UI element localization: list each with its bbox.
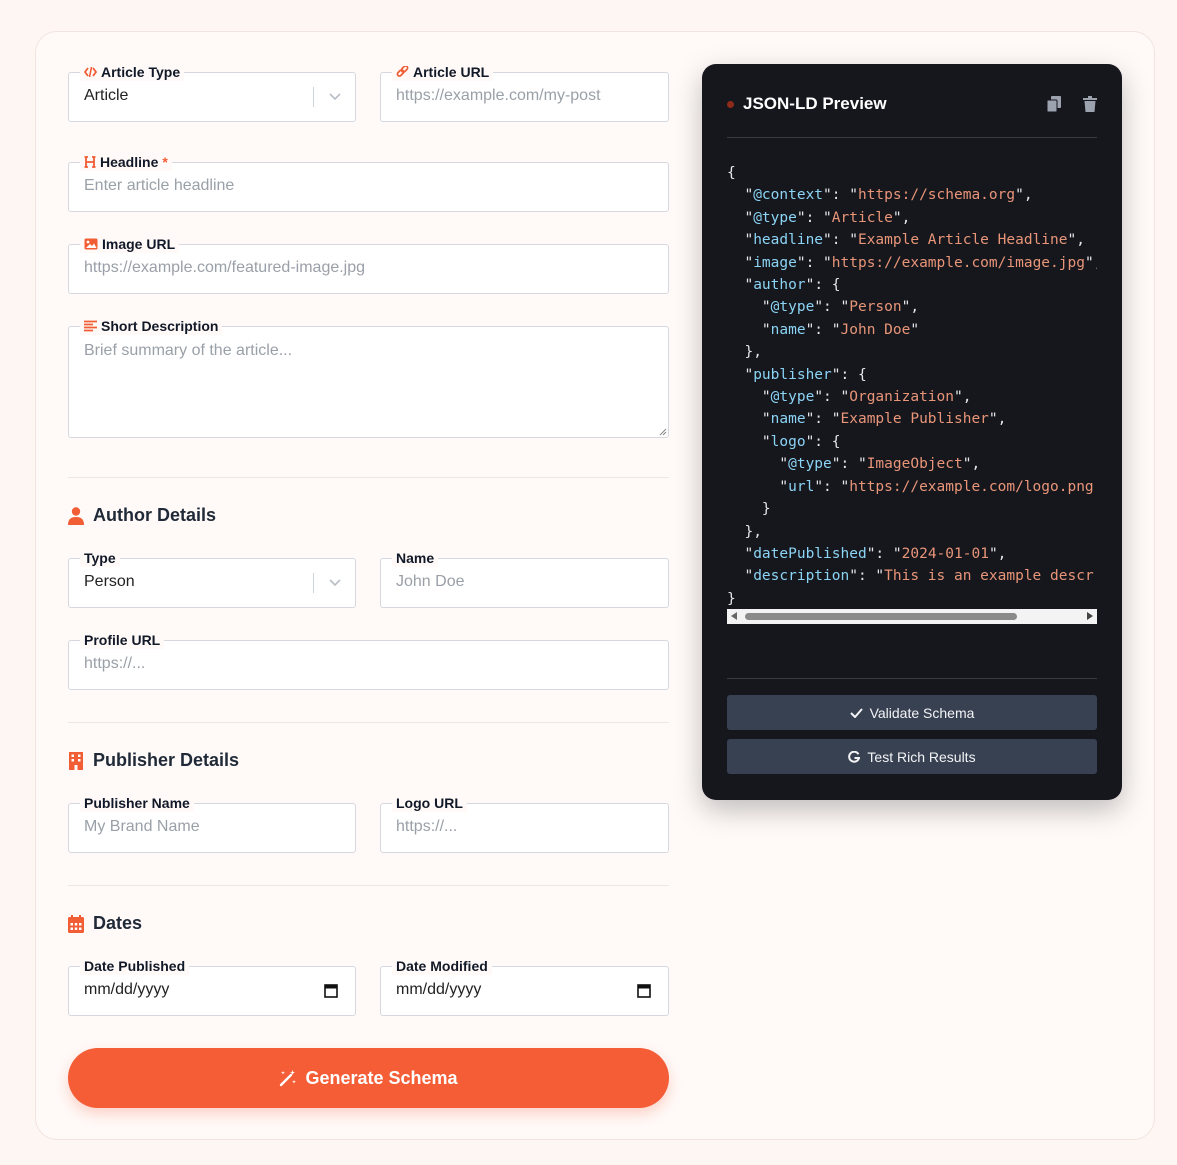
profile-url-input[interactable]: Profile URL https://... xyxy=(68,631,669,690)
headline-placeholder: Enter article headline xyxy=(84,177,235,194)
image-url-input[interactable]: Image URL https://example.com/featured-i… xyxy=(68,235,669,294)
select-separator xyxy=(313,573,314,593)
generate-schema-label: Generate Schema xyxy=(305,1067,458,1088)
test-rich-results-label: Test Rich Results xyxy=(867,748,976,765)
description-label: Short Description xyxy=(101,318,219,334)
scroll-right-arrow[interactable] xyxy=(1087,612,1093,620)
json-preview-panel: JSON-LD Preview { "@context": "https://s… xyxy=(702,64,1122,800)
panel-divider xyxy=(727,678,1097,679)
date-modified-placeholder: mm/dd/yyyy xyxy=(396,981,482,998)
calendar-picker-icon[interactable] xyxy=(324,983,338,998)
scrollbar-thumb[interactable] xyxy=(745,613,1017,620)
horizontal-scrollbar[interactable] xyxy=(727,609,1097,624)
date-published-input[interactable]: Date Published mm/dd/yyyy xyxy=(68,957,356,1016)
link-icon xyxy=(396,65,409,77)
publisher-name-input[interactable]: Publisher Name My Brand Name xyxy=(68,794,356,853)
profile-url-label: Profile URL xyxy=(84,632,161,648)
article-type-label: Article Type xyxy=(101,64,181,80)
image-icon xyxy=(84,238,98,250)
logo-url-label: Logo URL xyxy=(396,795,463,811)
publisher-name-label: Publisher Name xyxy=(84,795,190,811)
publisher-section-title: Publisher Details xyxy=(68,750,239,771)
copy-icon[interactable] xyxy=(1047,96,1061,112)
date-published-label: Date Published xyxy=(84,958,186,974)
select-separator xyxy=(313,87,314,107)
publisher-name-placeholder: My Brand Name xyxy=(84,818,200,835)
image-url-placeholder: https://example.com/featured-image.jpg xyxy=(84,259,366,276)
author-type-select[interactable]: Type Person xyxy=(68,549,356,608)
date-published-placeholder: mm/dd/yyyy xyxy=(84,981,170,998)
chevron-down-icon xyxy=(329,93,341,101)
section-divider xyxy=(68,885,669,886)
generate-schema-button[interactable]: Generate Schema xyxy=(68,1048,669,1108)
heading-icon xyxy=(84,156,96,168)
validate-schema-button[interactable]: Validate Schema xyxy=(727,695,1097,730)
section-divider xyxy=(68,477,669,478)
author-name-label: Name xyxy=(396,550,435,566)
code-icon xyxy=(84,66,97,78)
align-left-icon xyxy=(84,320,97,332)
date-modified-input[interactable]: Date Modified mm/dd/yyyy xyxy=(380,957,669,1016)
calendar-picker-icon[interactable] xyxy=(637,983,651,998)
section-divider xyxy=(68,722,669,723)
logo-url-input[interactable]: Logo URL https://... xyxy=(380,794,669,853)
date-modified-label: Date Modified xyxy=(396,958,488,974)
test-rich-results-button[interactable]: Test Rich Results xyxy=(727,739,1097,774)
author-section-title: Author Details xyxy=(68,505,216,526)
user-icon xyxy=(68,506,84,525)
chevron-down-icon xyxy=(329,579,341,587)
calendar-icon xyxy=(68,914,84,933)
required-mark: * xyxy=(162,154,168,170)
description-placeholder: Brief summary of the article... xyxy=(84,342,293,359)
author-type-value: Person xyxy=(84,573,135,590)
article-type-value: Article xyxy=(84,87,129,104)
description-textarea[interactable]: Short Description Brief summary of the a… xyxy=(68,317,669,438)
article-url-label: Article URL xyxy=(413,64,490,80)
author-name-input[interactable]: Name John Doe xyxy=(380,549,669,608)
dates-section-title: Dates xyxy=(68,913,142,934)
scroll-left-arrow[interactable] xyxy=(731,612,737,620)
json-code-block: { "@context": "https://schema.org", "@ty… xyxy=(727,165,1097,605)
validate-schema-label: Validate Schema xyxy=(869,704,975,721)
article-url-placeholder: https://example.com/my-post xyxy=(396,87,601,104)
building-icon xyxy=(69,751,83,770)
headline-label: Headline xyxy=(100,154,159,170)
trash-icon[interactable] xyxy=(1083,96,1097,112)
article-url-input[interactable]: Article URL https://example.com/my-post xyxy=(380,63,669,122)
panel-divider xyxy=(727,137,1097,138)
check-icon xyxy=(849,707,863,718)
logo-url-placeholder: https://... xyxy=(396,818,458,835)
google-icon xyxy=(848,750,861,763)
resize-handle-icon[interactable] xyxy=(659,428,667,436)
image-url-label: Image URL xyxy=(102,236,176,252)
preview-title: JSON-LD Preview xyxy=(743,94,887,113)
magic-wand-icon xyxy=(280,1070,297,1087)
profile-url-placeholder: https://... xyxy=(84,655,146,672)
headline-input[interactable]: Headline * Enter article headline xyxy=(68,153,669,212)
status-dot xyxy=(727,100,734,108)
author-name-placeholder: John Doe xyxy=(396,573,465,590)
author-type-label: Type xyxy=(84,550,116,566)
article-type-select[interactable]: Article Type Article xyxy=(68,63,356,122)
